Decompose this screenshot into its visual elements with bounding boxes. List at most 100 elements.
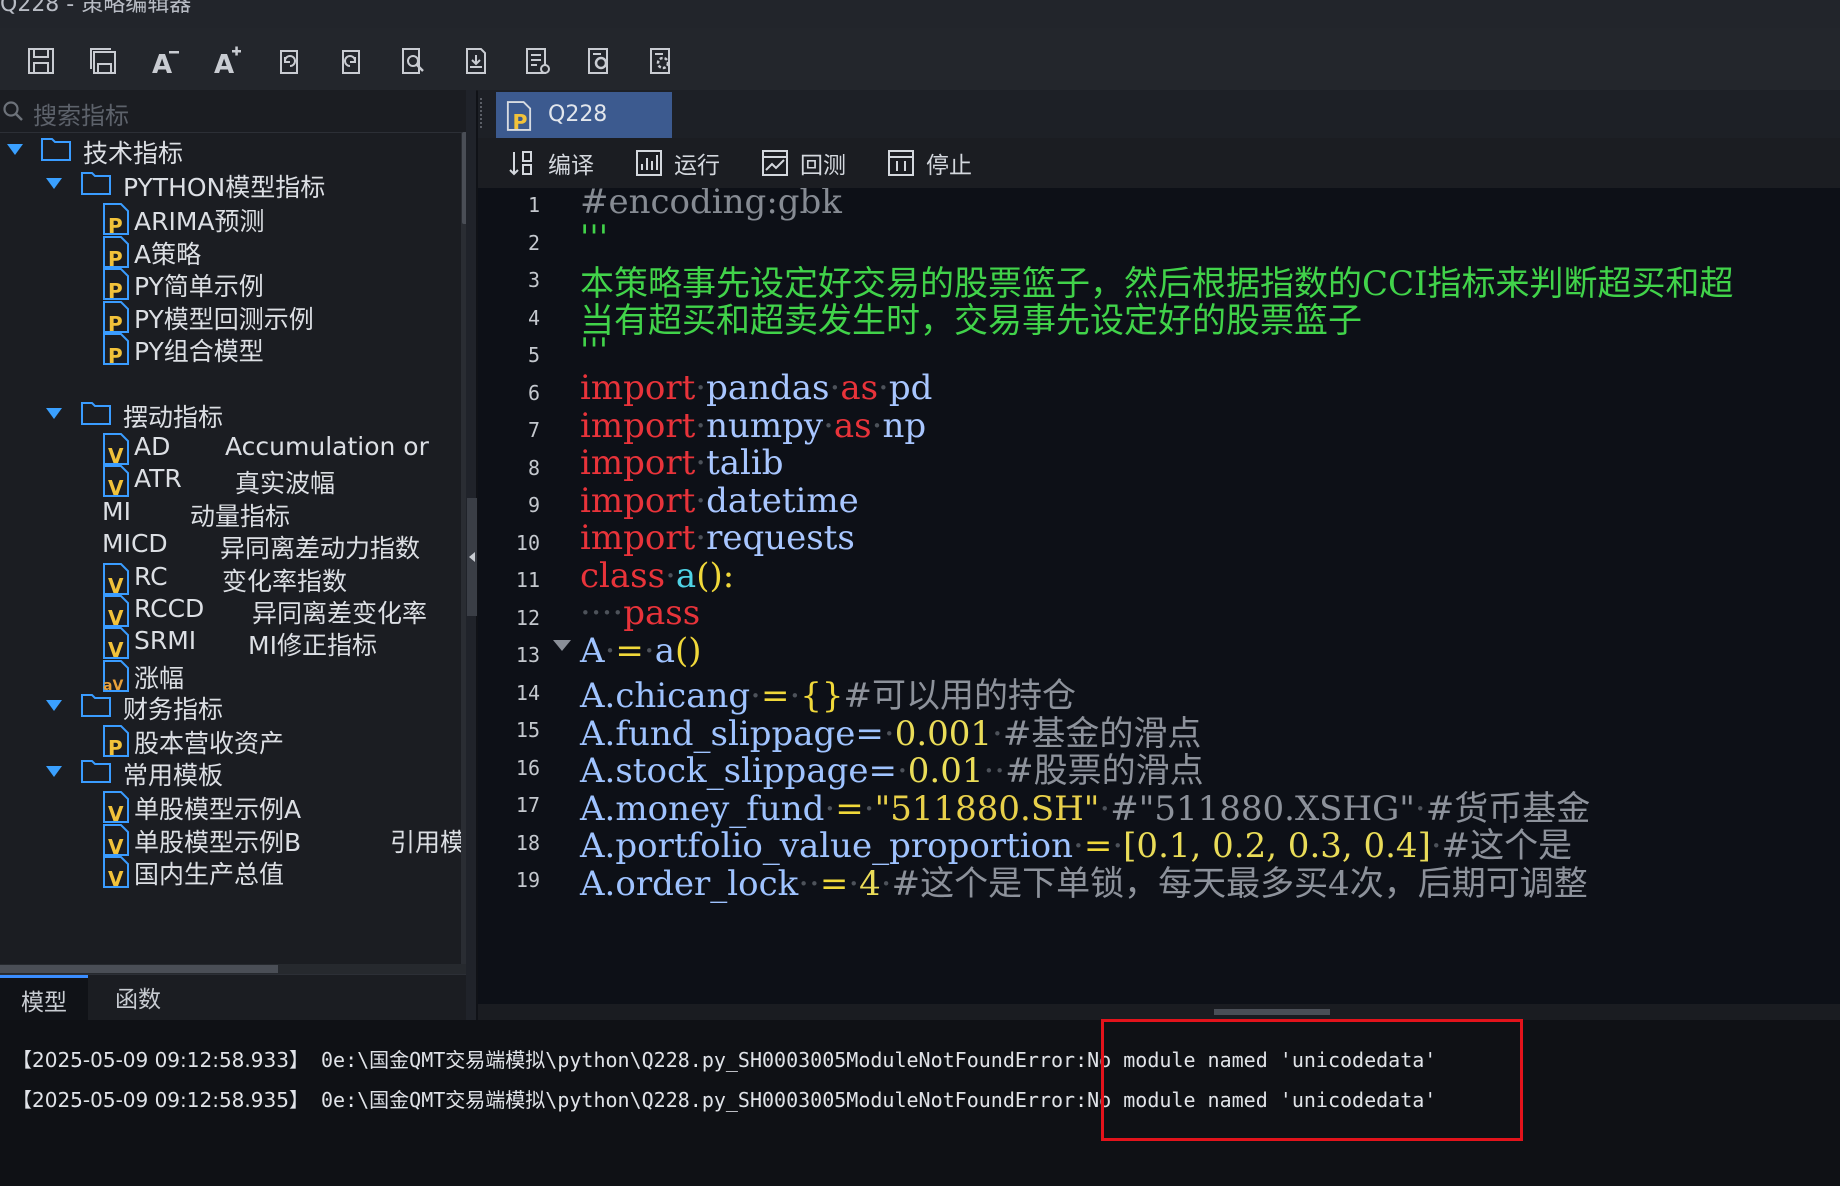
tree-item-python[interactable]: P PY组合模型 [0, 330, 460, 366]
tab-functions[interactable]: 函数 [92, 975, 184, 1019]
stop-icon [888, 150, 914, 176]
code-line-11: class·a(): [580, 556, 735, 596]
tree-item-indicator[interactable]: V RCCD 异同离差变化率 [0, 592, 460, 628]
tree-item-indicator[interactable]: V SRMI MI修正指标 [0, 624, 460, 660]
stop-button[interactable]: 停止 [886, 146, 972, 180]
tab-q228[interactable]: P Q228 [496, 92, 672, 138]
window-title: Q228 - 策略编辑器 [0, 0, 192, 17]
save-all-icon[interactable] [86, 44, 120, 78]
splitter-handle[interactable] [1214, 1009, 1330, 1015]
compile-button[interactable]: 编译 [508, 146, 594, 180]
export-icon[interactable] [458, 44, 492, 78]
fold-toggle-icon[interactable] [553, 640, 571, 651]
tree-label: ATR [134, 464, 182, 494]
formula-file-icon: V [103, 562, 129, 596]
tree-item-indicator[interactable]: aV 涨幅 [0, 657, 460, 693]
search-icon [3, 101, 23, 121]
font-decrease-icon[interactable]: A [148, 44, 182, 78]
code-line-2: ''' [580, 218, 609, 258]
code-line-13: A·=·a() [580, 631, 702, 671]
collapse-panel-handle[interactable] [467, 498, 477, 616]
tree-label: PYTHON模型指标 [123, 173, 326, 202]
python-file-icon: P [103, 333, 129, 366]
tree-label: PY组合模型 [134, 337, 264, 366]
scrollbar-thumb[interactable] [0, 965, 278, 973]
tree-horizontal-scrollbar[interactable] [0, 964, 466, 974]
formula-file-icon: V [103, 627, 129, 660]
formula-file-icon: V [103, 791, 129, 824]
expand-arrow-icon[interactable] [46, 408, 62, 419]
backtest-icon [762, 150, 788, 176]
tree-node-fin-group[interactable]: 财务指标 [0, 688, 460, 724]
tree-item-indicator[interactable]: V ATR 真实波幅 [0, 462, 460, 498]
tree-label: AD [134, 432, 171, 461]
tree-item-python[interactable]: P A策略 [0, 233, 460, 269]
code-line-1: #encoding:gbk [580, 188, 842, 222]
tree-item-indicator[interactable]: V AD Accumulation or [0, 430, 460, 466]
expand-arrow-icon[interactable] [46, 700, 62, 711]
code-line-4: 当有超买和超卖发生时，交易事先设定好的股票篮子 [580, 301, 1362, 341]
find-icon[interactable] [396, 44, 430, 78]
tree-label: 摆动指标 [123, 403, 224, 432]
formula-file-icon: V [103, 433, 129, 466]
tree-item-python[interactable]: P PY简单示例 [0, 265, 460, 301]
tree-node-osc-group[interactable]: 摆动指标 [0, 396, 460, 432]
line-number: 11 [515, 568, 540, 592]
line-number: 7 [527, 418, 540, 442]
tab-model[interactable]: 模型 [0, 975, 88, 1022]
compile-label: 编译 [548, 153, 594, 179]
svg-text:P: P [108, 736, 123, 758]
line-number: 10 [515, 530, 540, 555]
settings-icon[interactable] [582, 44, 616, 78]
tree-item-indicator[interactable]: MICD 异同离差动力指数 [0, 527, 460, 563]
svg-text:A: A [214, 50, 234, 77]
tree-item-python[interactable]: P ARIMA预测 [0, 200, 460, 236]
expand-arrow-icon[interactable] [7, 144, 23, 155]
line-number: 18 [515, 830, 540, 855]
line-number: 13 [515, 643, 540, 667]
folder-icon [81, 172, 111, 195]
panel-splitter[interactable] [466, 90, 477, 1020]
python-file-icon: P [103, 235, 129, 269]
tree-label: 国内生产总值 [134, 860, 285, 889]
svg-text:P: P [513, 110, 528, 132]
tree-item-python[interactable]: P PY模型回测示例 [0, 298, 460, 334]
config-icon[interactable] [644, 44, 678, 78]
tree-item-indicator[interactable]: V RC 变化率指数 [0, 560, 460, 596]
tree-item-template[interactable]: V 单股模型示例B 引用模 [0, 821, 465, 857]
folder-icon [81, 694, 111, 717]
code-editor[interactable]: 1 2 3 4 5 6 7 8 9 10 11 12 13 14 15 16 17 18 19 #encoding:… [478, 188, 1840, 1004]
line-number: 4 [527, 305, 540, 330]
title-bar: Q228 - 策略编辑器 [0, 0, 1840, 28]
python-file-icon: P [103, 203, 129, 236]
line-number: 6 [527, 380, 540, 405]
formula-file-icon: aV [103, 659, 129, 693]
tree-item-indicator[interactable]: MI 动量指标 [0, 495, 460, 531]
tree-desc: Accumulation or [225, 432, 429, 461]
editor-tabbar: P Q228 [478, 90, 1840, 138]
tree-item-financial[interactable]: P 股本营收资产 [0, 722, 460, 758]
formula-file-icon: V [103, 823, 129, 857]
tree-node-root[interactable]: 技术指标 [0, 132, 460, 168]
import-icon[interactable] [520, 44, 554, 78]
svg-text:aV: aV [103, 678, 123, 693]
backtest-button[interactable]: 回测 [760, 146, 846, 180]
font-increase-icon[interactable]: A [210, 44, 244, 78]
line-number-gutter: 1 2 3 4 5 6 7 8 9 10 11 12 13 14 15 16 17 18 19 [478, 188, 554, 1004]
svg-text:P: P [108, 344, 123, 366]
indicator-search[interactable]: 搜索指标 [0, 90, 476, 133]
tree-item-template[interactable]: V 单股模型示例A [0, 788, 460, 824]
tree-node-python-group[interactable]: PYTHON模型指标 [0, 166, 460, 202]
drag-grip[interactable] [480, 98, 490, 128]
redo-icon[interactable] [334, 44, 368, 78]
tree-label: 技术指标 [83, 139, 184, 168]
folder-icon [41, 138, 71, 161]
expand-arrow-icon[interactable] [46, 178, 62, 189]
undo-icon[interactable] [272, 44, 306, 78]
tree-item-template[interactable]: V 国内生产总值 [0, 853, 460, 889]
tree-label: 财务指标 [123, 695, 224, 724]
expand-arrow-icon[interactable] [46, 766, 62, 777]
line-number: 1 [527, 193, 540, 217]
run-button[interactable]: 运行 [634, 146, 720, 180]
save-icon[interactable] [24, 44, 58, 78]
